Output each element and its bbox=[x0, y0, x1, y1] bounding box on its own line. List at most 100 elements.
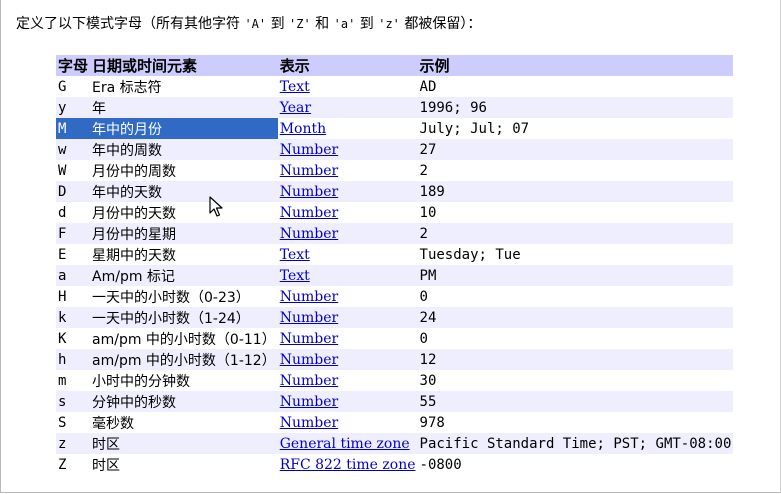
presentation-link[interactable]: Number bbox=[280, 415, 338, 431]
cell-element-text: 分钟中的秒数 bbox=[92, 395, 176, 411]
cell-element: 毫秒数 bbox=[90, 412, 278, 433]
table-row: m小时中的分钟数Number30 bbox=[56, 370, 733, 391]
presentation-link[interactable]: Number bbox=[280, 352, 338, 368]
presentation-link[interactable]: Number bbox=[280, 289, 338, 305]
cell-element-text: 一天中的小时数（1-24） bbox=[92, 311, 250, 327]
cell-example: Pacific Standard Time; PST; GMT-08:00 bbox=[418, 433, 734, 454]
cell-element: am/pm 中的小时数（0-11） bbox=[90, 328, 278, 349]
presentation-link[interactable]: Year bbox=[280, 100, 311, 116]
cell-example-text: AD bbox=[420, 79, 437, 95]
cell-letter-text: h bbox=[58, 352, 66, 368]
presentation-link[interactable]: Number bbox=[280, 184, 338, 200]
presentation-link[interactable]: Number bbox=[280, 331, 338, 347]
presentation-link[interactable]: Number bbox=[280, 226, 338, 242]
cell-example: 27 bbox=[418, 139, 734, 160]
cell-element-text: 年中的周数 bbox=[92, 143, 162, 159]
cell-letter: K bbox=[56, 328, 90, 349]
cell-example: 2 bbox=[418, 160, 734, 181]
cell-element-text: 时区 bbox=[92, 437, 120, 453]
table-row: ham/pm 中的小时数（1-12）Number12 bbox=[56, 349, 733, 370]
cell-letter: k bbox=[56, 307, 90, 328]
cell-example: Tuesday; Tue bbox=[418, 244, 734, 265]
table-row: D年中的天数Number189 bbox=[56, 181, 733, 202]
cell-element: 一天中的小时数（1-24） bbox=[90, 307, 278, 328]
cell-letter: H bbox=[56, 286, 90, 307]
presentation-link[interactable]: Text bbox=[280, 268, 310, 284]
cell-letter: a bbox=[56, 265, 90, 286]
header-example: 示例 bbox=[418, 55, 734, 76]
cell-example-text: 2 bbox=[420, 163, 428, 179]
cell-letter-text: d bbox=[58, 205, 66, 221]
cell-presentation: Number bbox=[278, 307, 418, 328]
intro-quote-z: 'z' bbox=[378, 17, 400, 31]
cell-letter: Z bbox=[56, 454, 90, 475]
cell-presentation: Number bbox=[278, 223, 418, 244]
cell-presentation: Number bbox=[278, 202, 418, 223]
header-element: 日期或时间元素 bbox=[90, 55, 278, 76]
header-presentation: 表示 bbox=[278, 55, 418, 76]
table-row: F月份中的星期Number2 bbox=[56, 223, 733, 244]
cell-presentation: Text bbox=[278, 76, 418, 97]
cell-example-text: Pacific Standard Time; PST; GMT-08:00 bbox=[420, 436, 732, 452]
cell-element-text: 毫秒数 bbox=[92, 416, 134, 432]
cell-example: 24 bbox=[418, 307, 734, 328]
table-row: M 年中的月份 Month July; Jul; 07 bbox=[56, 118, 733, 139]
cell-letter: h bbox=[56, 349, 90, 370]
cell-letter-text: M bbox=[58, 121, 66, 137]
cell-letter-text: a bbox=[58, 268, 66, 284]
cell-element-text: 星期中的天数 bbox=[92, 248, 176, 264]
presentation-link[interactable]: Number bbox=[280, 163, 338, 179]
cell-example-text: 10 bbox=[420, 205, 437, 221]
cell-letter: y bbox=[56, 97, 90, 118]
table-row: Z时区RFC 822 time zone-0800 bbox=[56, 454, 733, 475]
cell-element-text: 年中的月份 bbox=[92, 122, 162, 138]
cell-example-text: PM bbox=[420, 268, 437, 284]
cell-letter: m bbox=[56, 370, 90, 391]
presentation-link[interactable]: Text bbox=[280, 247, 310, 263]
presentation-link[interactable]: Month bbox=[280, 121, 326, 137]
cell-example: 55 bbox=[418, 391, 734, 412]
presentation-link[interactable]: General time zone bbox=[280, 436, 410, 452]
cell-example: 2 bbox=[418, 223, 734, 244]
cell-presentation: Year bbox=[278, 97, 418, 118]
cell-element: am/pm 中的小时数（1-12） bbox=[90, 349, 278, 370]
presentation-link[interactable]: Number bbox=[280, 373, 338, 389]
table-row: GEra 标志符TextAD bbox=[56, 76, 733, 97]
cell-letter-text: k bbox=[58, 310, 66, 326]
cell-element: 一天中的小时数（0-23） bbox=[90, 286, 278, 307]
presentation-link[interactable]: Text bbox=[280, 79, 310, 95]
presentation-link[interactable]: Number bbox=[280, 394, 338, 410]
table-row: S毫秒数Number978 bbox=[56, 412, 733, 433]
presentation-link[interactable]: RFC 822 time zone bbox=[280, 457, 416, 473]
cell-element-text: 月份中的天数 bbox=[92, 206, 176, 222]
cell-example: July; Jul; 07 bbox=[418, 118, 734, 139]
intro-and: 和 bbox=[311, 16, 334, 32]
cell-presentation: RFC 822 time zone bbox=[278, 454, 418, 475]
cell-example-text: July; Jul; 07 bbox=[420, 121, 530, 137]
cell-letter: d bbox=[56, 202, 90, 223]
header-letter: 字母 bbox=[56, 55, 90, 76]
cell-element-text: 月份中的星期 bbox=[92, 227, 176, 243]
presentation-link[interactable]: Number bbox=[280, 205, 338, 221]
cell-letter: s bbox=[56, 391, 90, 412]
cell-element: 年 bbox=[90, 97, 278, 118]
cell-element: Era 标志符 bbox=[90, 76, 278, 97]
cell-example-text: 24 bbox=[420, 310, 437, 326]
cell-presentation: Number bbox=[278, 328, 418, 349]
cell-letter-text: z bbox=[58, 436, 66, 452]
cell-example: 978 bbox=[418, 412, 734, 433]
intro-to-1: 到 bbox=[266, 16, 289, 32]
cell-example: AD bbox=[418, 76, 734, 97]
cell-element: 分钟中的秒数 bbox=[90, 391, 278, 412]
arrow-cursor-icon bbox=[209, 196, 225, 218]
presentation-link[interactable]: Number bbox=[280, 142, 338, 158]
intro-suffix: 都被保留）： bbox=[400, 16, 481, 32]
cell-element: 时区 bbox=[90, 454, 278, 475]
presentation-link[interactable]: Number bbox=[280, 310, 338, 326]
table-row: W月份中的周数Number2 bbox=[56, 160, 733, 181]
cell-letter-text: E bbox=[58, 247, 66, 263]
cell-element: Am/pm 标记 bbox=[90, 265, 278, 286]
cell-presentation: Number bbox=[278, 370, 418, 391]
cell-element-text: Era 标志符 bbox=[92, 80, 162, 96]
cell-element: 月份中的天数 bbox=[90, 202, 278, 223]
